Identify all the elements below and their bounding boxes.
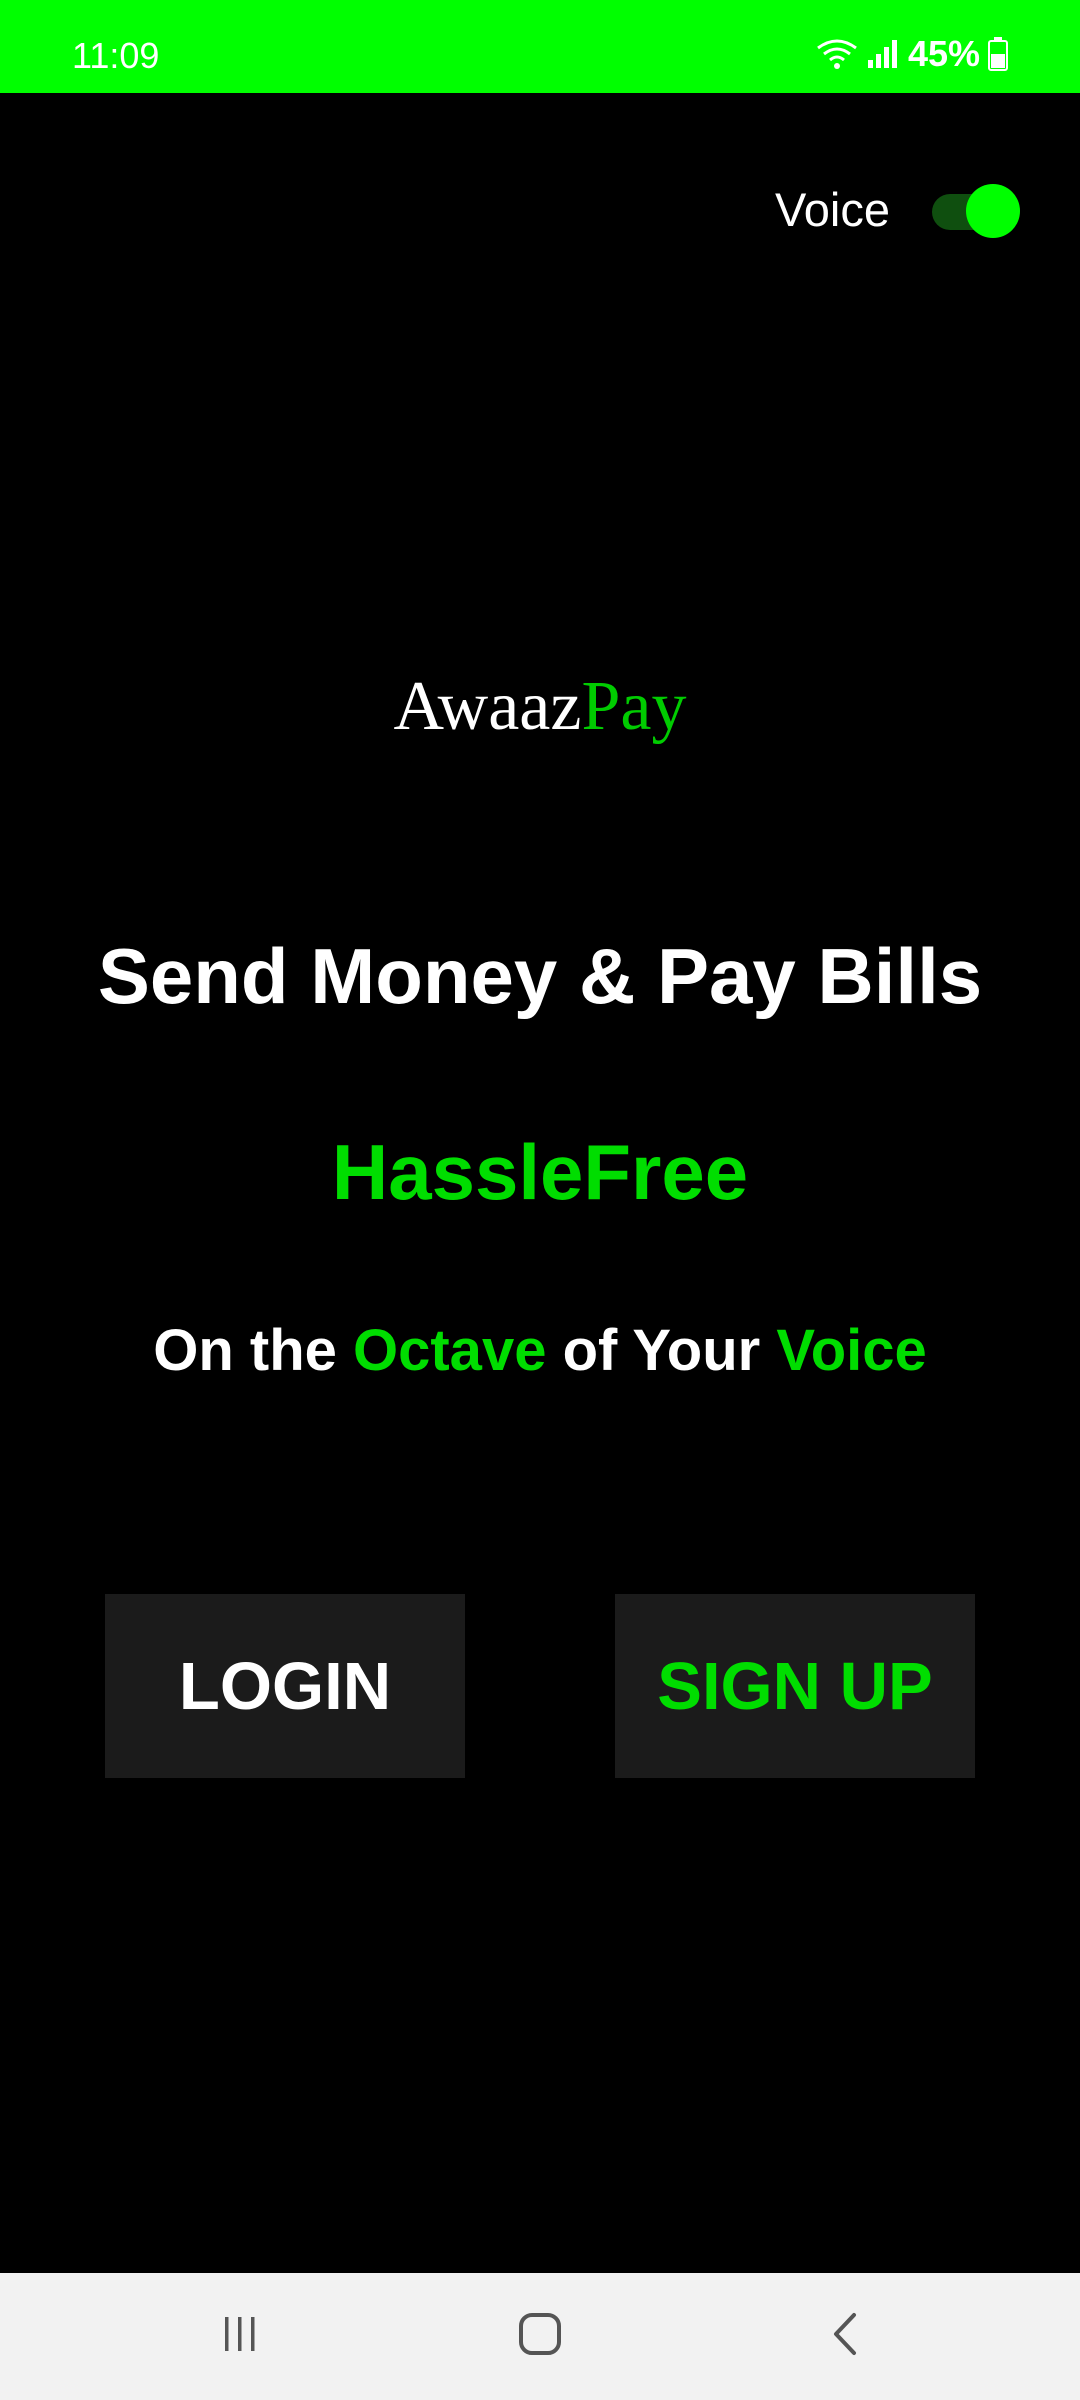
wifi-icon <box>816 38 858 70</box>
headline: Send Money & Pay Bills <box>97 932 983 1020</box>
back-icon <box>830 2311 860 2362</box>
battery-icon <box>988 37 1008 71</box>
voice-toggle-row: Voice <box>775 182 1020 238</box>
status-time: 11:09 <box>72 35 160 76</box>
login-button[interactable]: LOGIN <box>105 1594 465 1778</box>
home-button[interactable] <box>460 2273 620 2400</box>
back-button[interactable] <box>765 2273 925 2400</box>
status-icons: 45% <box>816 36 1008 72</box>
navigation-bar <box>0 2273 1080 2400</box>
voice-label: Voice <box>775 182 890 236</box>
tagline-part-3: of Your <box>546 1318 777 1383</box>
tagline-part-octave: Octave <box>353 1318 547 1383</box>
switch-thumb <box>966 184 1020 238</box>
tagline-part-1: On the <box>153 1318 353 1383</box>
home-icon <box>517 2311 563 2362</box>
voice-switch[interactable] <box>932 182 1020 238</box>
tagline-part-voice: Voice <box>776 1318 927 1383</box>
logo-part-awaaz: Awaaz <box>393 668 582 745</box>
status-bar: 11:09 45% <box>0 0 1080 93</box>
tagline: On the Octave of Your Voice <box>0 1322 1080 1380</box>
logo-part-pay: Pay <box>581 668 687 745</box>
recent-apps-button[interactable] <box>160 2273 320 2400</box>
signup-button[interactable]: SIGN UP <box>615 1594 975 1778</box>
app-logo: AwaazPay <box>0 672 1080 742</box>
recent-apps-icon <box>220 2314 260 2359</box>
battery-percentage: 45% <box>907 33 980 74</box>
subheadline: HassleFree <box>331 1128 749 1216</box>
signal-icon <box>866 38 900 70</box>
